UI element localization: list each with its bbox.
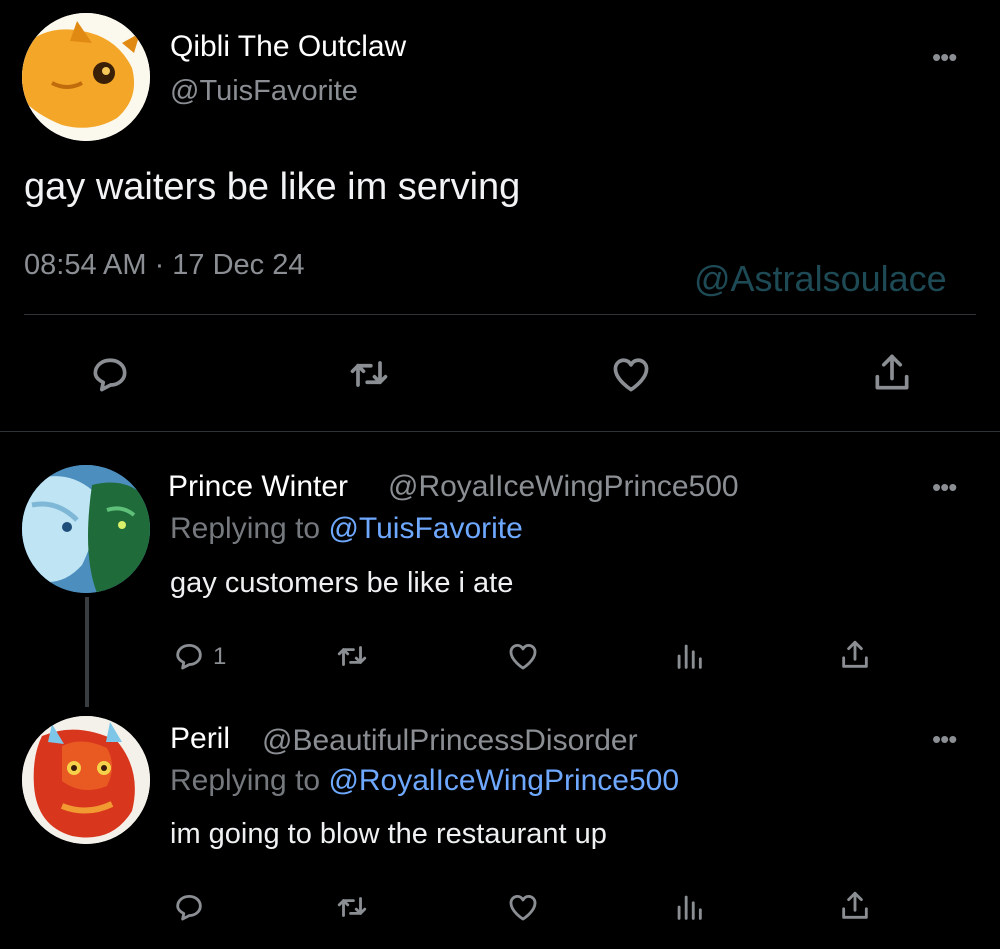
main-handle[interactable]: @TuisFavorite xyxy=(170,75,358,108)
reply-display-name[interactable]: Peril xyxy=(170,722,230,756)
reply-count: 1 xyxy=(213,643,227,670)
reply-text: gay customers be like i ate xyxy=(170,567,514,599)
replying-to-link[interactable]: @TuisFavorite xyxy=(328,512,522,545)
replying-prefix: Replying to xyxy=(170,764,321,797)
reply-handle[interactable]: @BeautifulPrincessDisorder xyxy=(262,724,638,758)
thread-line xyxy=(85,597,89,707)
reply-avatar[interactable] xyxy=(22,465,150,593)
share-icon[interactable] xyxy=(838,888,872,924)
tweet-text: gay waiters be like im serving xyxy=(24,166,521,208)
replying-to: Replying to @RoyalIceWingPrince500 xyxy=(170,764,679,798)
analytics-icon[interactable] xyxy=(672,890,706,924)
retweet-icon[interactable] xyxy=(334,890,370,924)
share-icon[interactable] xyxy=(838,637,872,673)
like-icon[interactable] xyxy=(505,639,541,673)
reply-icon[interactable] xyxy=(172,639,206,673)
watermark: @Astralsoulace xyxy=(694,258,947,299)
reply-text: im going to blow the restaurant up xyxy=(170,818,607,850)
main-avatar[interactable] xyxy=(22,13,150,141)
reply-handle[interactable]: @RoyalIceWingPrince500 xyxy=(388,470,739,504)
more-icon[interactable]: ••• xyxy=(932,726,957,752)
section-divider xyxy=(0,431,1000,432)
like-icon[interactable] xyxy=(505,890,541,924)
share-icon[interactable] xyxy=(870,350,914,396)
more-icon[interactable]: ••• xyxy=(932,474,957,500)
replying-prefix: Replying to xyxy=(170,512,321,545)
reply-icon[interactable] xyxy=(88,352,132,396)
replying-to-link[interactable]: @RoyalIceWingPrince500 xyxy=(328,764,679,797)
more-icon[interactable]: ••• xyxy=(932,44,957,70)
reply-avatar[interactable] xyxy=(22,716,150,844)
reply-display-name[interactable]: Prince Winter xyxy=(168,470,348,504)
analytics-icon[interactable] xyxy=(672,639,706,673)
reply-icon[interactable] xyxy=(172,890,206,924)
tweet-divider xyxy=(24,314,976,315)
replying-to: Replying to @TuisFavorite xyxy=(170,512,523,546)
retweet-icon[interactable] xyxy=(346,352,392,396)
like-icon[interactable] xyxy=(608,352,654,396)
tweet-timestamp[interactable]: 08:54 AM · 17 Dec 24 xyxy=(24,249,305,282)
main-display-name[interactable]: Qibli The Outclaw xyxy=(170,30,406,64)
retweet-icon[interactable] xyxy=(334,639,370,673)
